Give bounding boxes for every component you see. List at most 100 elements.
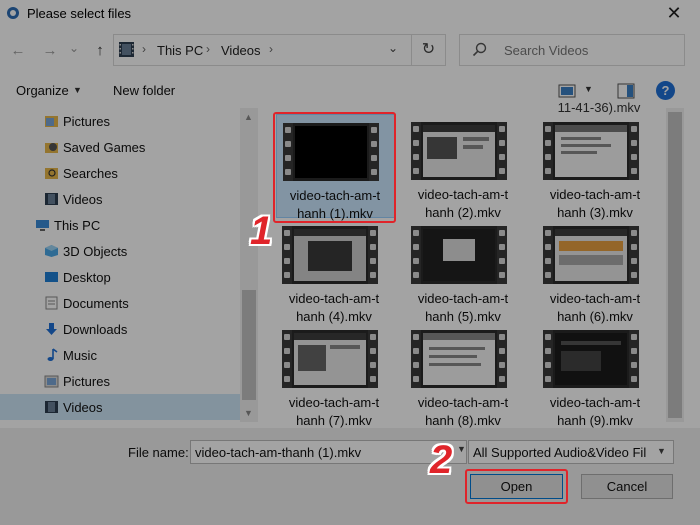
music-icon [47, 348, 58, 361]
file-name: video-tach-am-t hanh (6).mkv [549, 291, 641, 324]
sidebar-item-label: Searches [63, 166, 118, 181]
partial-file-name: 11-41-36).mkv [557, 100, 641, 115]
sidebar-item-label: Music [63, 348, 97, 363]
file-tile-2[interactable]: video-tach-am-t hanh (2).mkv [405, 114, 525, 220]
up-arrow-icon[interactable]: ↑ [90, 41, 110, 61]
video-thumbnail [543, 122, 639, 180]
pictures-folder-icon [45, 116, 58, 127]
video-thumbnail [282, 226, 378, 284]
step-marker-1: 1 [250, 209, 273, 253]
saved-games-icon [45, 143, 58, 153]
sidebar-item-searches[interactable]: Searches [0, 160, 240, 186]
sidebar-item-desktop[interactable]: Desktop [0, 264, 240, 290]
downloads-icon [46, 323, 57, 335]
sidebar-scrollbar-thumb[interactable] [242, 290, 256, 400]
video-thumbnail [411, 122, 507, 180]
scroll-down-icon[interactable]: ▼ [244, 408, 253, 418]
sidebar-item-saved-games[interactable]: Saved Games [0, 134, 240, 160]
sidebar-item-label: Videos [63, 192, 103, 207]
back-arrow-icon[interactable]: ← [8, 41, 28, 61]
refresh-icon[interactable]: ↻ [412, 34, 446, 66]
videos-folder-icon [119, 42, 134, 57]
file-tile-5[interactable]: video-tach-am-t hanh (5).mkv [405, 218, 525, 324]
sidebar-item-pictures[interactable]: Pictures [0, 368, 240, 394]
scroll-up-icon[interactable]: ▲ [244, 112, 253, 122]
file-name: video-tach-am-t hanh (2).mkv [417, 187, 509, 220]
file-tile-9[interactable]: video-tach-am-t hanh (9).mkv [537, 322, 657, 428]
sidebar-item-pictures[interactable]: Pictures [0, 108, 240, 134]
file-tile-7[interactable]: video-tach-am-t hanh (7).mkv [276, 322, 396, 428]
sidebar-item-label: Documents [63, 296, 129, 311]
file-name: video-tach-am-t hanh (5).mkv [417, 291, 509, 324]
preview-pane-icon[interactable] [617, 83, 635, 99]
file-name: video-tach-am-t hanh (4).mkv [288, 291, 380, 324]
window-title: Please select files [27, 6, 132, 21]
cancel-button[interactable]: Cancel [581, 474, 673, 499]
file-name: video-tach-am-t hanh (9).mkv [549, 395, 641, 428]
navigation-pane: Pictures Saved Games Searches Videos Thi… [0, 108, 258, 422]
video-thumbnail [543, 226, 639, 284]
app-icon [7, 7, 19, 19]
sidebar-item-label: Desktop [63, 270, 111, 285]
breadcrumb-this-pc[interactable]: This PC [157, 43, 203, 58]
sidebar-item-documents[interactable]: Documents [0, 290, 240, 316]
sidebar-item-music[interactable]: Music [0, 342, 240, 368]
address-bar[interactable]: › This PC › Videos › ⌄ [113, 34, 412, 66]
file-tile-3[interactable]: video-tach-am-t hanh (3).mkv [537, 114, 657, 220]
search-box[interactable]: Search Videos [459, 34, 685, 66]
videos-folder-icon [45, 401, 58, 413]
search-placeholder: Search Videos [504, 43, 589, 58]
address-dropdown-icon[interactable]: ⌄ [388, 41, 398, 55]
file-name: video-tach-am-t hanh (8).mkv [417, 395, 509, 428]
file-name-input[interactable] [190, 440, 467, 464]
search-icon [472, 42, 487, 57]
sidebar-item-label: Videos [63, 400, 103, 415]
organize-dropdown-icon[interactable]: ▼ [73, 85, 82, 95]
file-type-value: All Supported Audio&Video Fil [473, 445, 647, 460]
sidebar-item-videos-selected[interactable]: Videos [0, 394, 240, 420]
file-tile-8[interactable]: video-tach-am-t hanh (8).mkv [405, 322, 525, 428]
sidebar-item-label: Saved Games [63, 140, 146, 155]
change-view-icon[interactable] [558, 84, 576, 98]
breadcrumb-separator[interactable]: › [206, 42, 210, 56]
video-thumbnail [543, 330, 639, 388]
file-name-label: File name: [128, 445, 189, 460]
organize-button[interactable]: Organize [16, 83, 69, 98]
videos-folder-icon [45, 193, 58, 205]
desktop-icon [45, 272, 58, 282]
sidebar-item-this-pc[interactable]: This PC [0, 212, 240, 238]
documents-icon [45, 296, 58, 310]
breadcrumb-videos[interactable]: Videos [221, 43, 261, 58]
step-marker-2: 2 [430, 438, 453, 482]
file-name: video-tach-am-t hanh (7).mkv [288, 395, 380, 428]
file-name-dropdown-icon[interactable]: ▼ [457, 444, 466, 454]
sidebar-item-3d-objects[interactable]: 3D Objects [0, 238, 240, 264]
file-name: video-tach-am-t hanh (3).mkv [549, 187, 641, 220]
file-tile-4[interactable]: video-tach-am-t hanh (4).mkv [276, 218, 396, 324]
title-bar: Please select files ✕ [0, 0, 700, 28]
new-folder-button[interactable]: New folder [113, 83, 175, 98]
video-thumbnail [282, 330, 378, 388]
breadcrumb-separator[interactable]: › [142, 42, 146, 56]
highlight-box-selected-file [273, 112, 396, 223]
recent-locations-chevron-icon[interactable]: ⌄ [64, 38, 84, 58]
breadcrumb-separator[interactable]: › [269, 42, 273, 56]
chevron-down-icon: ▼ [657, 446, 666, 456]
sidebar-item-videos[interactable]: Videos [0, 186, 240, 212]
searches-icon [45, 168, 58, 179]
forward-arrow-icon[interactable]: → [40, 41, 60, 61]
sidebar-item-label: Downloads [63, 322, 128, 337]
file-type-select[interactable]: All Supported Audio&Video Fil ▼ [468, 440, 674, 464]
sidebar-item-label: This PC [54, 218, 101, 233]
close-icon[interactable]: ✕ [664, 3, 684, 23]
sidebar-item-label: 3D Objects [63, 244, 128, 259]
video-thumbnail [411, 226, 507, 284]
file-tile-6[interactable]: video-tach-am-t hanh (6).mkv [537, 218, 657, 324]
sidebar-item-downloads[interactable]: Downloads [0, 316, 240, 342]
file-list-scrollbar-thumb[interactable] [668, 112, 682, 418]
sidebar-item-label: Pictures [63, 114, 110, 129]
view-dropdown-icon[interactable]: ▼ [584, 84, 593, 94]
help-icon[interactable]: ? [656, 81, 675, 100]
highlight-box-open-button [465, 469, 568, 504]
video-thumbnail [411, 330, 507, 388]
